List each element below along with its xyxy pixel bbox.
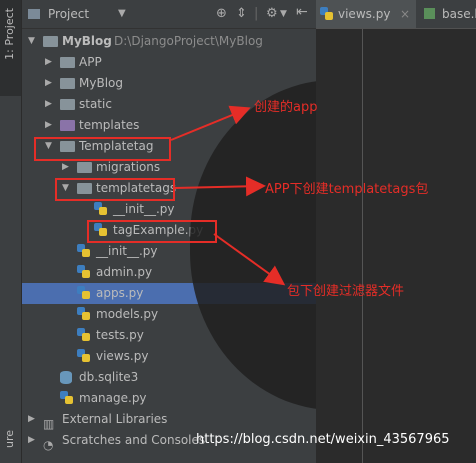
arrow-to-filter-note	[213, 233, 286, 286]
annotation-filter-file: 包下创建过滤器文件	[287, 284, 405, 299]
arrow-to-templatetags-note	[174, 176, 266, 197]
annotation-templatetags-package: APP下创建templatetags包	[265, 182, 429, 197]
watermark: https://blog.csdn.net/weixin_43567965	[196, 432, 450, 447]
arrow-to-app-note	[170, 105, 251, 141]
annotation-arrows	[170, 105, 286, 286]
annotation-app-created: 创建的app	[254, 100, 318, 115]
